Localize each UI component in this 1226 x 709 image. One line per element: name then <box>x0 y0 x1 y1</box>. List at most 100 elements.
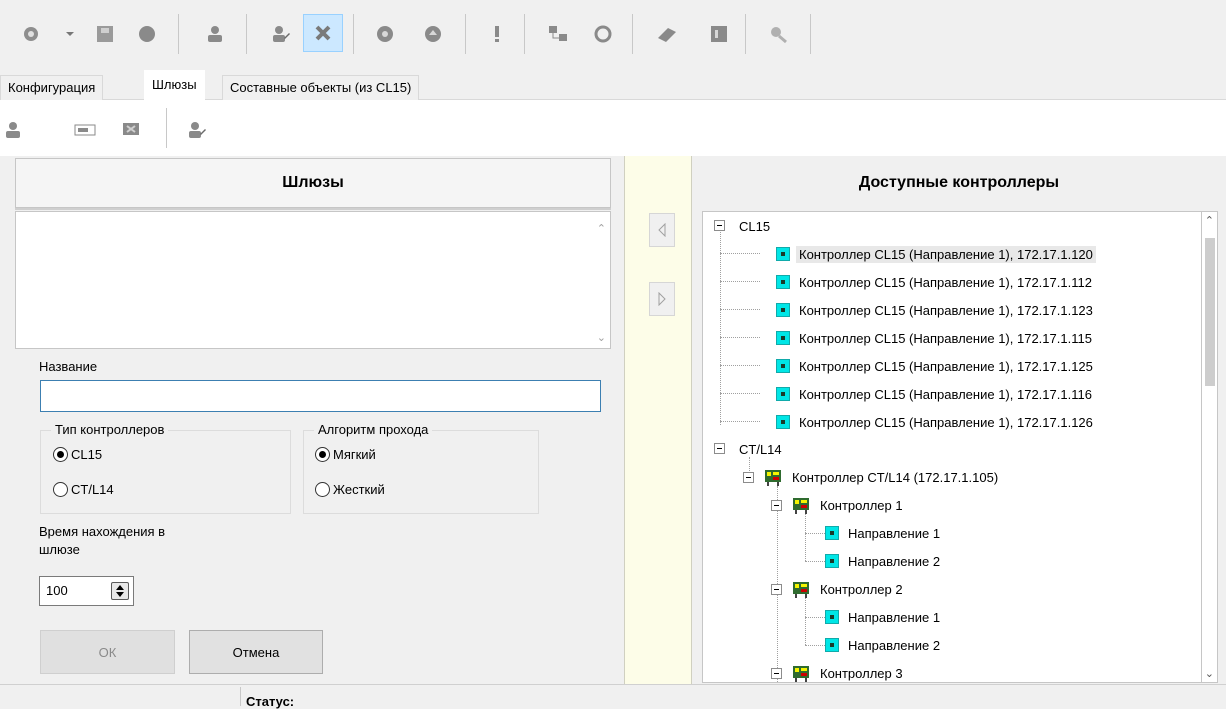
user-edit-icon[interactable] <box>268 22 294 46</box>
rename-icon[interactable] <box>72 118 98 142</box>
upload-icon[interactable] <box>420 22 446 46</box>
radio-ctl14[interactable]: CT/L14 <box>53 482 114 497</box>
help-icon[interactable] <box>765 22 791 46</box>
scrollbar-thumb[interactable] <box>1205 238 1215 386</box>
alert-icon[interactable] <box>484 22 510 46</box>
collapse-icon[interactable] <box>771 500 782 511</box>
radio-label: Мягкий <box>333 447 376 462</box>
status-bar: Статус: <box>0 684 1226 709</box>
controller-board-icon <box>793 666 809 682</box>
tree-node-ctl14-controller[interactable]: Контроллер CT/L14 (172.17.1.105) <box>763 466 1001 488</box>
move-right-button[interactable] <box>649 282 675 316</box>
tree-node-sub-controller[interactable]: Контроллер 1 <box>791 494 906 516</box>
controller-type-title: Тип контроллеров <box>51 422 169 438</box>
radio-dot <box>315 482 330 497</box>
collapse-icon[interactable] <box>714 443 725 454</box>
tree-line <box>720 281 760 282</box>
collapse-icon[interactable] <box>771 668 782 679</box>
search-icon[interactable] <box>18 22 44 46</box>
tab-configuration[interactable]: Конфигурация <box>0 75 104 100</box>
tree-node-sub-controller[interactable]: Контроллер 3 <box>791 662 906 682</box>
save-icon[interactable] <box>92 22 118 46</box>
gateways-panel: Шлюзы ⌃ ⌄ Название Тип контроллеров CL15… <box>0 156 624 684</box>
tree-line <box>720 365 760 366</box>
tree-node-ctl14[interactable]: CT/L14 <box>736 438 785 460</box>
radio-hard[interactable]: Жесткий <box>315 482 385 497</box>
globe-icon[interactable] <box>134 22 160 46</box>
radio-label: Жесткий <box>333 482 385 497</box>
tree-line <box>805 645 825 646</box>
toolbar-separator <box>632 14 633 54</box>
toolbar-separator <box>810 14 811 54</box>
record-icon[interactable] <box>372 22 398 46</box>
collapse-icon[interactable] <box>771 584 782 595</box>
tab-gateways[interactable]: Шлюзы <box>144 70 205 100</box>
tree-item-direction[interactable]: Направление 1 <box>825 522 943 544</box>
stepper-up-icon[interactable] <box>116 585 124 590</box>
tree-item-controller[interactable]: Контроллер CL15 (Направление 1), 172.17.… <box>776 327 1095 349</box>
radio-dot <box>315 447 330 462</box>
radio-dot <box>53 447 68 462</box>
tree-item-label: Контроллер CL15 (Направление 1), 172.17.… <box>796 245 1096 263</box>
tree-item-controller[interactable]: Контроллер CL15 (Направление 1), 172.17.… <box>776 299 1096 321</box>
tree-item-direction[interactable]: Направление 1 <box>825 606 943 628</box>
tree-line <box>720 253 760 254</box>
export-icon[interactable] <box>654 22 680 46</box>
controller-icon <box>776 303 790 317</box>
report-icon[interactable] <box>706 22 732 46</box>
tree-item-controller[interactable]: Контроллер CL15 (Направление 1), 172.17.… <box>776 411 1096 433</box>
stepper-down-icon[interactable] <box>116 592 124 597</box>
move-left-button[interactable] <box>649 213 675 247</box>
arrow-left-icon <box>658 223 666 237</box>
radio-soft[interactable]: Мягкий <box>315 447 376 462</box>
scroll-up-icon[interactable]: ⌃ <box>597 222 606 235</box>
radio-cl15[interactable]: CL15 <box>53 447 102 462</box>
tree-scrollbar[interactable]: ⌃ ⌄ <box>1202 211 1218 683</box>
delete-gateway-icon[interactable] <box>118 118 144 142</box>
tree-item-label: Направление 1 <box>848 609 941 625</box>
tree-item-controller[interactable]: Контроллер CL15 (Направление 1), 172.17.… <box>776 355 1096 377</box>
gateways-header: Шлюзы <box>15 158 611 208</box>
scroll-down-icon[interactable]: ⌄ <box>1205 667 1214 680</box>
toolbar-separator <box>524 14 525 54</box>
toolbar-separator <box>353 14 354 54</box>
scroll-down-icon[interactable]: ⌄ <box>597 331 606 344</box>
collapse-icon[interactable] <box>743 472 754 483</box>
gateways-list[interactable]: ⌃ ⌄ <box>15 211 611 349</box>
tree-node-sub-controller[interactable]: Контроллер 2 <box>791 578 906 600</box>
radio-label: CL15 <box>71 447 103 462</box>
tree-item-controller[interactable]: Контроллер CL15 (Направление 1), 172.17.… <box>776 271 1095 293</box>
tree-item-label: Направление 2 <box>848 553 941 569</box>
controllers-tree[interactable]: CL15 Контроллер CL15 (Направление 1), 17… <box>702 211 1202 683</box>
tree-item-controller[interactable]: Контроллер CL15 (Направление 1), 172.17.… <box>776 383 1095 405</box>
ok-button[interactable]: ОК <box>40 630 175 674</box>
tree-item-label: Контроллер CL15 (Направление 1), 172.17.… <box>799 386 1092 402</box>
tree-item-controller[interactable]: Контроллер CL15 (Направление 1), 172.17.… <box>776 243 1096 265</box>
collapse-icon[interactable] <box>714 220 725 231</box>
refresh-icon[interactable] <box>590 22 616 46</box>
chevron-down-icon[interactable] <box>62 22 78 46</box>
radio-label: CT/L14 <box>71 482 114 497</box>
toolbar-separator <box>166 108 167 148</box>
time-label-cont: шлюзе <box>39 542 80 557</box>
tree-item-direction[interactable]: Направление 2 <box>825 550 943 572</box>
add-gateway-icon[interactable] <box>0 118 26 142</box>
tree-node-label: CL15 <box>739 218 771 234</box>
tab-composite-objects[interactable]: Составные объекты (из CL15) <box>222 75 420 100</box>
tree-line <box>805 533 825 534</box>
tree-node-cl15[interactable]: CL15 <box>736 215 773 237</box>
tree-item-direction[interactable]: Направление 2 <box>825 634 943 656</box>
network-icon[interactable] <box>545 22 571 46</box>
delete-icon[interactable] <box>303 14 343 52</box>
stepper-arrows-icon[interactable] <box>111 582 129 600</box>
tree-node-label: Контроллер 3 <box>820 665 903 681</box>
time-stepper[interactable]: 100 <box>39 576 134 606</box>
cancel-button[interactable]: Отмена <box>189 630 323 674</box>
controller-icon <box>776 247 790 261</box>
controller-icon <box>776 331 790 345</box>
user-edit-icon[interactable] <box>184 118 210 142</box>
users-icon[interactable] <box>202 22 228 46</box>
scroll-up-icon[interactable]: ⌃ <box>1205 214 1214 227</box>
tree-line <box>805 617 825 618</box>
name-input[interactable] <box>40 380 601 412</box>
